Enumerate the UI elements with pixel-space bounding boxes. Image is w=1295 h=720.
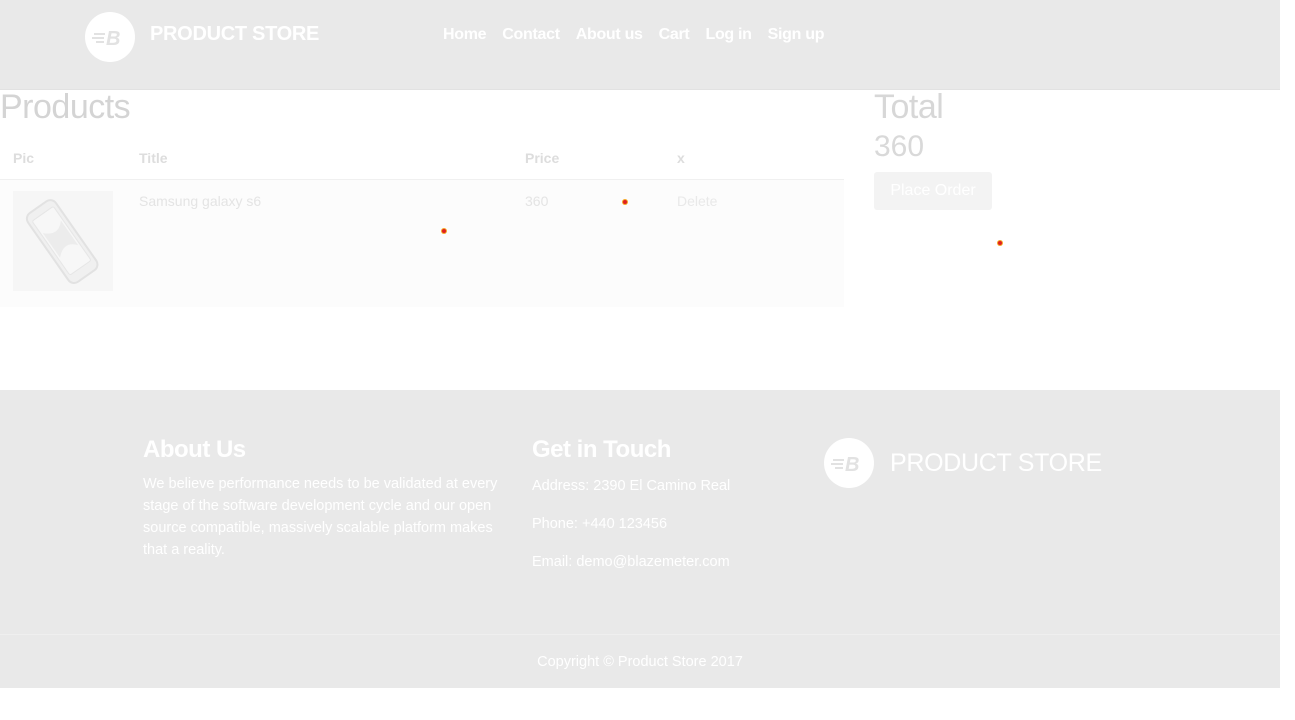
svg-text:B: B [106,28,120,48]
products-heading: Products [0,88,131,126]
footer-brand: B PRODUCT STORE [824,438,1102,488]
product-price-cell: 360 [512,179,664,307]
nav-link-sign-up[interactable]: Sign up [768,26,825,44]
product-image [13,190,113,291]
product-action-cell: Delete [664,179,844,307]
marker-dot [442,229,446,233]
phone-icon [25,198,99,284]
nav-link-log-in[interactable]: Log in [705,26,751,44]
about-text: We believe performance needs to be valid… [143,476,498,558]
footer-contact: Get in Touch Address: 2390 El Camino Rea… [532,436,792,590]
product-title-cell: Samsung galaxy s6 [126,179,512,307]
total-heading: Total [874,88,944,126]
svg-text:B: B [845,454,859,474]
column-header-x: x [664,137,844,180]
footer: About Us We believe performance needs to… [0,390,1280,634]
marker-dot [998,241,1002,245]
nav-link-cart[interactable]: Cart [659,26,690,44]
contact-heading: Get in Touch [532,436,671,463]
place-order-button[interactable]: Place Order [874,172,992,210]
product-pic-cell [0,179,126,307]
copyright-bar: Copyright © Product Store 2017 [0,634,1280,688]
brand-link[interactable]: B PRODUCT STORE [85,12,319,62]
table-row: Samsung galaxy s6 360 Delete [0,179,844,307]
delete-link[interactable]: Delete [677,193,717,209]
footer-logo-icon: B [824,438,874,488]
brand-name[interactable]: PRODUCT STORE [150,23,319,46]
nav-link-home[interactable]: Home [443,26,487,44]
table-header-row: Pic Title Price x [0,137,844,180]
about-heading: About Us [143,436,246,463]
nav-link-contact[interactable]: Contact [502,26,560,44]
contact-phone: Phone: +440 123456 [532,516,668,532]
brand-logo-icon: B [85,12,135,62]
contact-email: Email: demo@blazemeter.com [532,554,730,570]
cart-table: Pic Title Price x Samsung galaxy s6 360 … [0,137,844,307]
column-header-title: Title [126,137,512,180]
nav-menu: Home Contact About us Cart Log in Sign u… [443,26,840,44]
nav-link-about-us[interactable]: About us [576,26,643,44]
total-amount: 360 [874,130,925,163]
marker-dot [623,200,627,204]
navbar: B PRODUCT STORE Home Contact About us Ca… [0,0,1280,90]
copyright-text: Copyright © Product Store 2017 [537,653,743,670]
column-header-pic: Pic [0,137,126,180]
footer-brand-name: PRODUCT STORE [890,448,1102,477]
contact-address: Address: 2390 El Camino Real [532,478,731,494]
footer-about: About Us We believe performance needs to… [143,436,503,561]
column-header-price: Price [512,137,664,180]
